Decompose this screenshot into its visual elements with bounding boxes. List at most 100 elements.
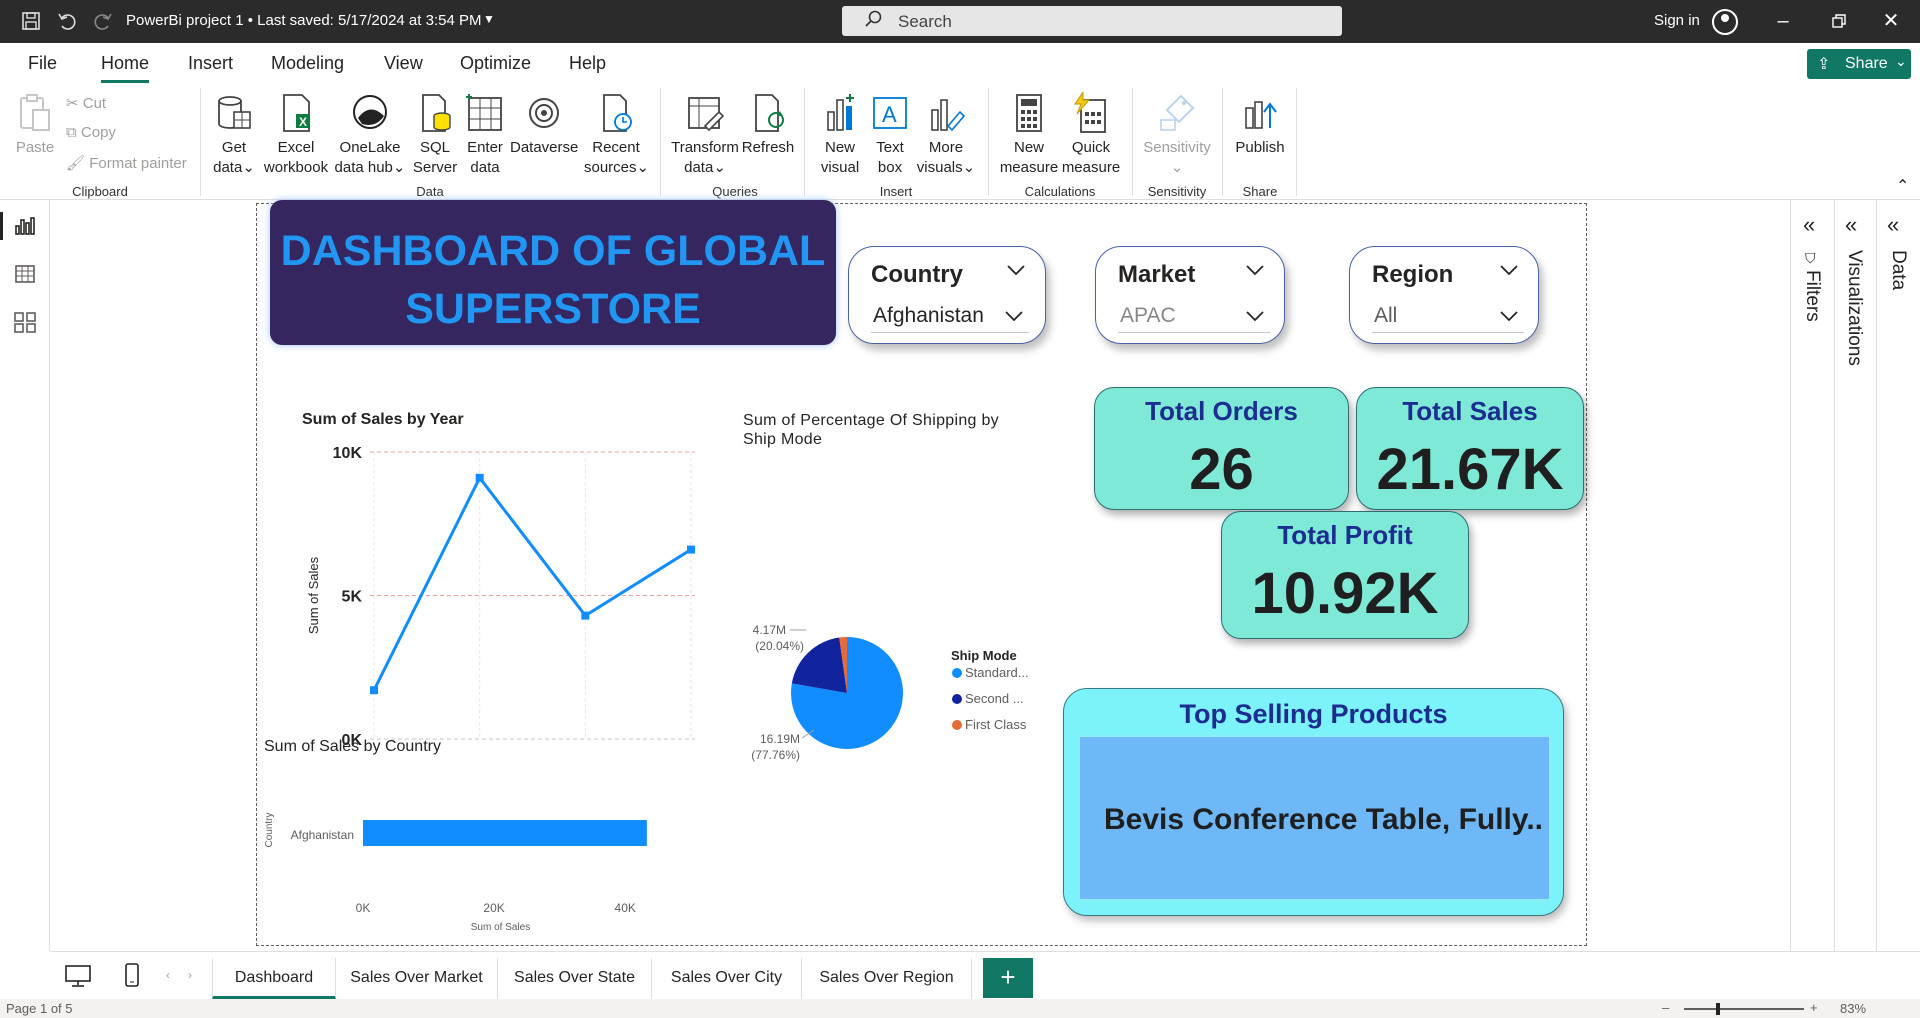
chevron-down-icon[interactable] xyxy=(1498,259,1520,281)
group-label-data: Data xyxy=(416,184,444,199)
menu-insert[interactable]: Insert xyxy=(188,53,233,74)
more-visuals-button[interactable]: More visuals⌄ xyxy=(914,92,978,178)
menu-modeling[interactable]: Modeling xyxy=(271,53,344,74)
market-slicer[interactable]: Market APAC xyxy=(1095,246,1285,344)
excel-workbook-button[interactable]: X Excel workbook xyxy=(262,92,330,178)
sql-server-button[interactable]: SQL Server xyxy=(410,92,460,178)
quick-measure-button[interactable]: Quick measure xyxy=(1058,92,1124,178)
visualizations-pane-collapsed[interactable]: « Visualizations xyxy=(1834,200,1876,951)
share-button[interactable]: ⇪ Share ⌄ xyxy=(1807,49,1911,79)
title-dropdown-icon[interactable]: ▼ xyxy=(483,12,495,26)
close-icon[interactable]: ✕ xyxy=(1876,8,1906,34)
collapse-ribbon-icon[interactable]: ⌃ xyxy=(1896,176,1909,196)
sales-by-country-bar-chart[interactable]: Country Afghanistan 0K 20K 40K Sum of Sales xyxy=(258,760,698,940)
tab-sales-over-state[interactable]: Sales Over State xyxy=(498,958,652,1000)
onelake-data-hub-button[interactable]: OneLake data hub⌄ xyxy=(332,92,408,178)
recent-sources-button[interactable]: Recent sources⌄ xyxy=(584,92,650,178)
menu-bar: File Home Insert Modeling View Optimize … xyxy=(0,43,1920,84)
report-view-icon[interactable] xyxy=(13,214,37,238)
next-page-icon[interactable]: › xyxy=(188,968,192,982)
zoom-out-icon[interactable]: – xyxy=(1662,1000,1669,1015)
redo-icon[interactable] xyxy=(92,10,114,32)
tab-sales-over-city[interactable]: Sales Over City xyxy=(652,958,802,1000)
region-slicer-header: Region xyxy=(1372,261,1454,288)
enter-data-button[interactable]: Enter data xyxy=(462,92,508,178)
new-visual-button[interactable]: New visual xyxy=(814,92,866,178)
filters-pane-collapsed[interactable]: « ⛉ Filters xyxy=(1790,200,1834,951)
expand-data-icon[interactable]: « xyxy=(1887,212,1899,238)
dataverse-icon xyxy=(529,98,559,128)
total-orders-card[interactable]: Total Orders 26 xyxy=(1094,387,1349,510)
format-painter-label: Format painter xyxy=(89,155,187,172)
sign-in-link[interactable]: Sign in xyxy=(1654,12,1700,29)
sales-line xyxy=(372,475,692,691)
text-box-button[interactable]: A Text box xyxy=(868,92,912,178)
search-box[interactable]: Search xyxy=(842,6,1342,36)
sales-by-year-line-chart[interactable]: 0K5K10KSum of Sales xyxy=(290,432,710,752)
restore-icon[interactable] xyxy=(1824,8,1854,34)
y-tick-label: 10K xyxy=(333,445,363,462)
ribbon-separator xyxy=(804,88,805,196)
paste-button[interactable]: Paste xyxy=(14,92,56,158)
dataverse-button[interactable]: Dataverse xyxy=(510,92,578,158)
menu-help[interactable]: Help xyxy=(569,53,606,74)
total-profit-card[interactable]: Total Profit 10.92K xyxy=(1221,511,1469,639)
dashboard-title-card[interactable]: DASHBOARD OF GLOBAL SUPERSTORE xyxy=(270,200,836,345)
zoom-slider[interactable] xyxy=(1684,1008,1804,1010)
previous-page-icon[interactable]: ‹ xyxy=(166,968,170,982)
region-slicer-dropdown[interactable]: All xyxy=(1372,299,1524,333)
zoom-in-icon[interactable]: + xyxy=(1810,1000,1818,1015)
title-bar: PowerBi project 1 • Last saved: 5/17/202… xyxy=(0,0,1920,43)
onelake-label-2: data hub xyxy=(334,159,393,176)
transform-label-1: Transform xyxy=(671,139,739,156)
new-measure-button[interactable]: New measure xyxy=(996,92,1062,178)
country-slicer-dropdown[interactable]: Afghanistan xyxy=(871,299,1029,333)
add-page-button[interactable]: + xyxy=(983,958,1033,998)
mobile-layout-icon[interactable] xyxy=(124,962,140,988)
tab-dashboard[interactable]: Dashboard xyxy=(212,958,336,1000)
pie-data-label: 4.17M xyxy=(753,623,786,637)
side-panes: « ⛉ Filters « Visualizations « Data xyxy=(1790,200,1920,951)
refresh-button[interactable]: Refresh xyxy=(740,92,796,158)
menu-view[interactable]: View xyxy=(384,53,423,74)
get-data-button[interactable]: Get data⌄ xyxy=(208,92,260,178)
copy-button[interactable]: ⧉ Copy xyxy=(66,124,116,141)
data-pane-collapsed[interactable]: « Data xyxy=(1876,200,1920,951)
sensitivity-button[interactable]: Sensitivity ⌄ xyxy=(1140,92,1214,178)
tab-sales-over-region[interactable]: Sales Over Region xyxy=(802,958,972,1000)
shipping-by-ship-mode-pie-chart[interactable]: 4.17M (20.04%) 16.19M (77.76%) Ship Mode Stan… xyxy=(740,600,1070,780)
chevron-down-icon[interactable] xyxy=(1005,259,1027,281)
save-icon[interactable] xyxy=(20,10,42,32)
tab-sales-over-market[interactable]: Sales Over Market xyxy=(336,958,498,1000)
text-box-label-1: Text xyxy=(876,139,904,156)
transform-data-button[interactable]: Transform data⌄ xyxy=(670,92,740,178)
table-view-icon[interactable] xyxy=(13,262,37,286)
legend-marker xyxy=(952,720,962,730)
transform-label-2: data xyxy=(684,159,714,176)
format-painter-button[interactable]: 🖌 Format painter xyxy=(66,154,187,172)
chevron-down-icon[interactable] xyxy=(1244,259,1266,281)
region-slicer[interactable]: Region All xyxy=(1349,246,1539,344)
x-axis-label: Sum of Sales xyxy=(471,922,530,933)
country-slicer[interactable]: Country Afghanistan xyxy=(848,246,1046,344)
publish-button[interactable]: Publish xyxy=(1230,92,1290,158)
desktop-layout-icon[interactable] xyxy=(64,964,92,988)
model-view-icon[interactable] xyxy=(13,310,37,334)
total-sales-card[interactable]: Total Sales 21.67K xyxy=(1356,387,1584,510)
menu-home[interactable]: Home xyxy=(101,53,149,74)
cut-button[interactable]: ✂ Cut xyxy=(66,94,106,112)
expand-filters-icon[interactable]: « xyxy=(1803,212,1815,238)
zoom-slider-thumb[interactable] xyxy=(1716,1003,1720,1015)
chevron-down-icon: ⌄ xyxy=(1170,159,1184,176)
market-slicer-dropdown[interactable]: APAC xyxy=(1118,299,1270,333)
chevron-down-icon: ⌄ xyxy=(636,159,650,176)
top-selling-products-card[interactable]: Top Selling Products Bevis Conference Ta… xyxy=(1063,688,1564,916)
recent-label-1: Recent xyxy=(592,139,640,156)
menu-optimize[interactable]: Optimize xyxy=(460,53,531,74)
minimize-icon[interactable]: – xyxy=(1768,8,1798,34)
sql-label-2: Server xyxy=(412,159,458,176)
expand-visualizations-icon[interactable]: « xyxy=(1845,212,1857,238)
undo-icon[interactable] xyxy=(56,10,78,32)
account-avatar-icon[interactable] xyxy=(1712,9,1738,35)
menu-file[interactable]: File xyxy=(28,53,57,74)
